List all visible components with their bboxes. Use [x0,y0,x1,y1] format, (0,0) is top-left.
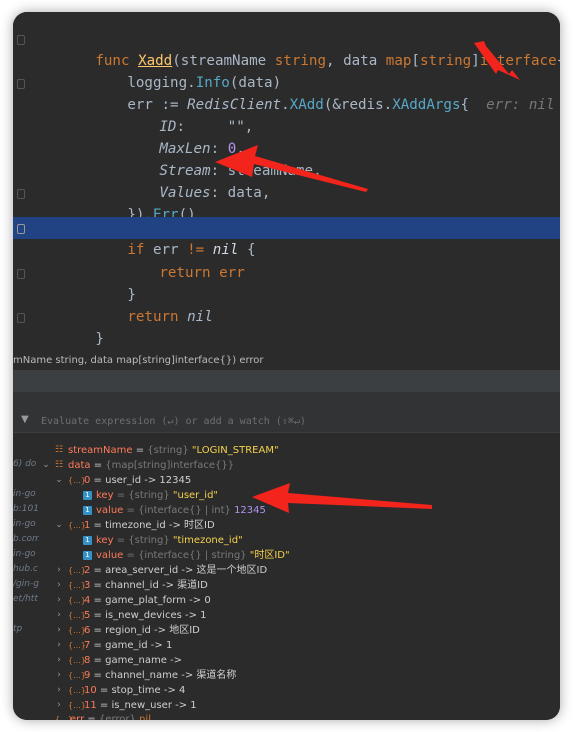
annotation-arrow-2 [215,145,368,192]
annotation-arrow-1 [474,41,520,80]
annotation-arrow-icon [215,41,520,513]
annotation-arrow-3 [252,483,432,513]
